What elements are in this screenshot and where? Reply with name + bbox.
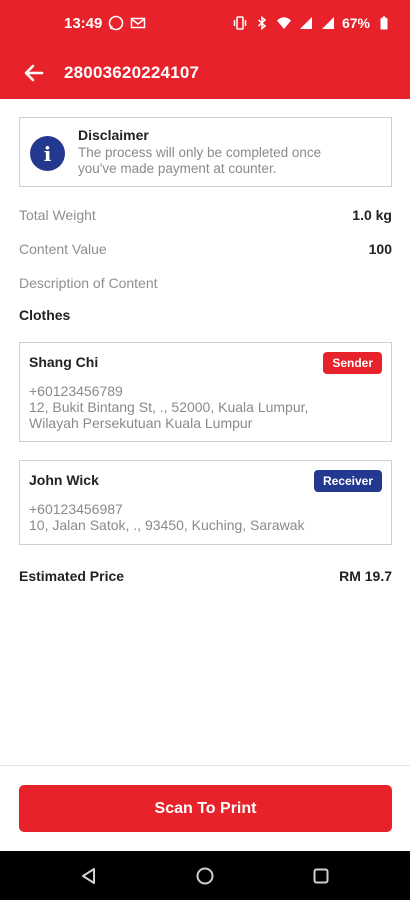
back-button[interactable] — [14, 53, 54, 93]
content-value-value: 100 — [368, 241, 392, 257]
battery-icon — [380, 16, 388, 30]
wifi-icon — [276, 17, 291, 29]
square-recents-icon — [313, 868, 329, 883]
nav-recents-button[interactable] — [301, 856, 341, 896]
receiver-badge: Receiver — [313, 470, 382, 492]
whatsapp-icon — [109, 15, 124, 31]
info-icon: i — [30, 136, 65, 171]
estimated-price-label: Estimated Price — [19, 568, 125, 584]
sender-phone: +60123456789 — [29, 383, 123, 399]
receiver-card: John Wick Receiver +60123456987 10, Jala… — [19, 460, 392, 545]
signal-icon — [299, 17, 312, 29]
disclaimer-title: Disclaimer — [78, 127, 149, 143]
total-weight-row: Total Weight 1.0 kg — [19, 198, 392, 232]
sender-badge: Sender — [323, 352, 382, 374]
arrow-left-icon — [24, 64, 44, 81]
system-nav-bar — [0, 851, 410, 900]
footer-divider — [0, 765, 410, 766]
order-summary: i Disclaimer The process will only be co… — [19, 117, 392, 584]
status-time: 13:49 — [64, 14, 103, 32]
receiver-address: 10, Jalan Satok, ., 93450, Kuching, Sara… — [29, 517, 305, 533]
mail-icon — [131, 17, 146, 29]
app-header: 13:49 67% 28003620224107 — [0, 0, 410, 99]
battery-percent: 67% — [341, 15, 370, 31]
page-title: 28003620224107 — [64, 62, 200, 82]
total-weight-label: Total Weight — [19, 207, 96, 223]
sender-card: Shang Chi Sender +60123456789 12, Bukit … — [19, 342, 392, 442]
triangle-back-icon — [82, 867, 95, 884]
estimated-price-row: Estimated Price RM 19.7 — [19, 568, 392, 584]
circle-home-icon — [196, 867, 214, 884]
sender-address: 12, Bukit Bintang St, ., 52000, Kuala Lu… — [29, 399, 309, 431]
nav-back-button[interactable] — [69, 856, 109, 896]
disclaimer-box: i Disclaimer The process will only be co… — [19, 117, 392, 187]
total-weight-value: 1.0 kg — [352, 207, 392, 223]
description-label: Description of Content — [19, 275, 158, 291]
description-row: Description of Content — [19, 266, 392, 300]
content-value-label: Content Value — [19, 241, 107, 257]
receiver-phone: +60123456987 — [29, 501, 123, 517]
status-bar: 13:49 67% — [0, 0, 410, 46]
signal-icon-2 — [321, 17, 334, 29]
scan-to-print-button[interactable]: Scan To Print — [19, 785, 392, 832]
content-value-row: Content Value 100 — [19, 232, 392, 266]
toolbar: 28003620224107 — [0, 46, 410, 99]
vibrate-icon — [233, 16, 247, 30]
estimated-price-value: RM 19.7 — [339, 568, 392, 584]
nav-home-button[interactable] — [185, 856, 225, 896]
bluetooth-icon — [257, 15, 267, 31]
description-value: Clothes — [19, 307, 71, 323]
disclaimer-body: The process will only be completed once … — [78, 145, 322, 176]
